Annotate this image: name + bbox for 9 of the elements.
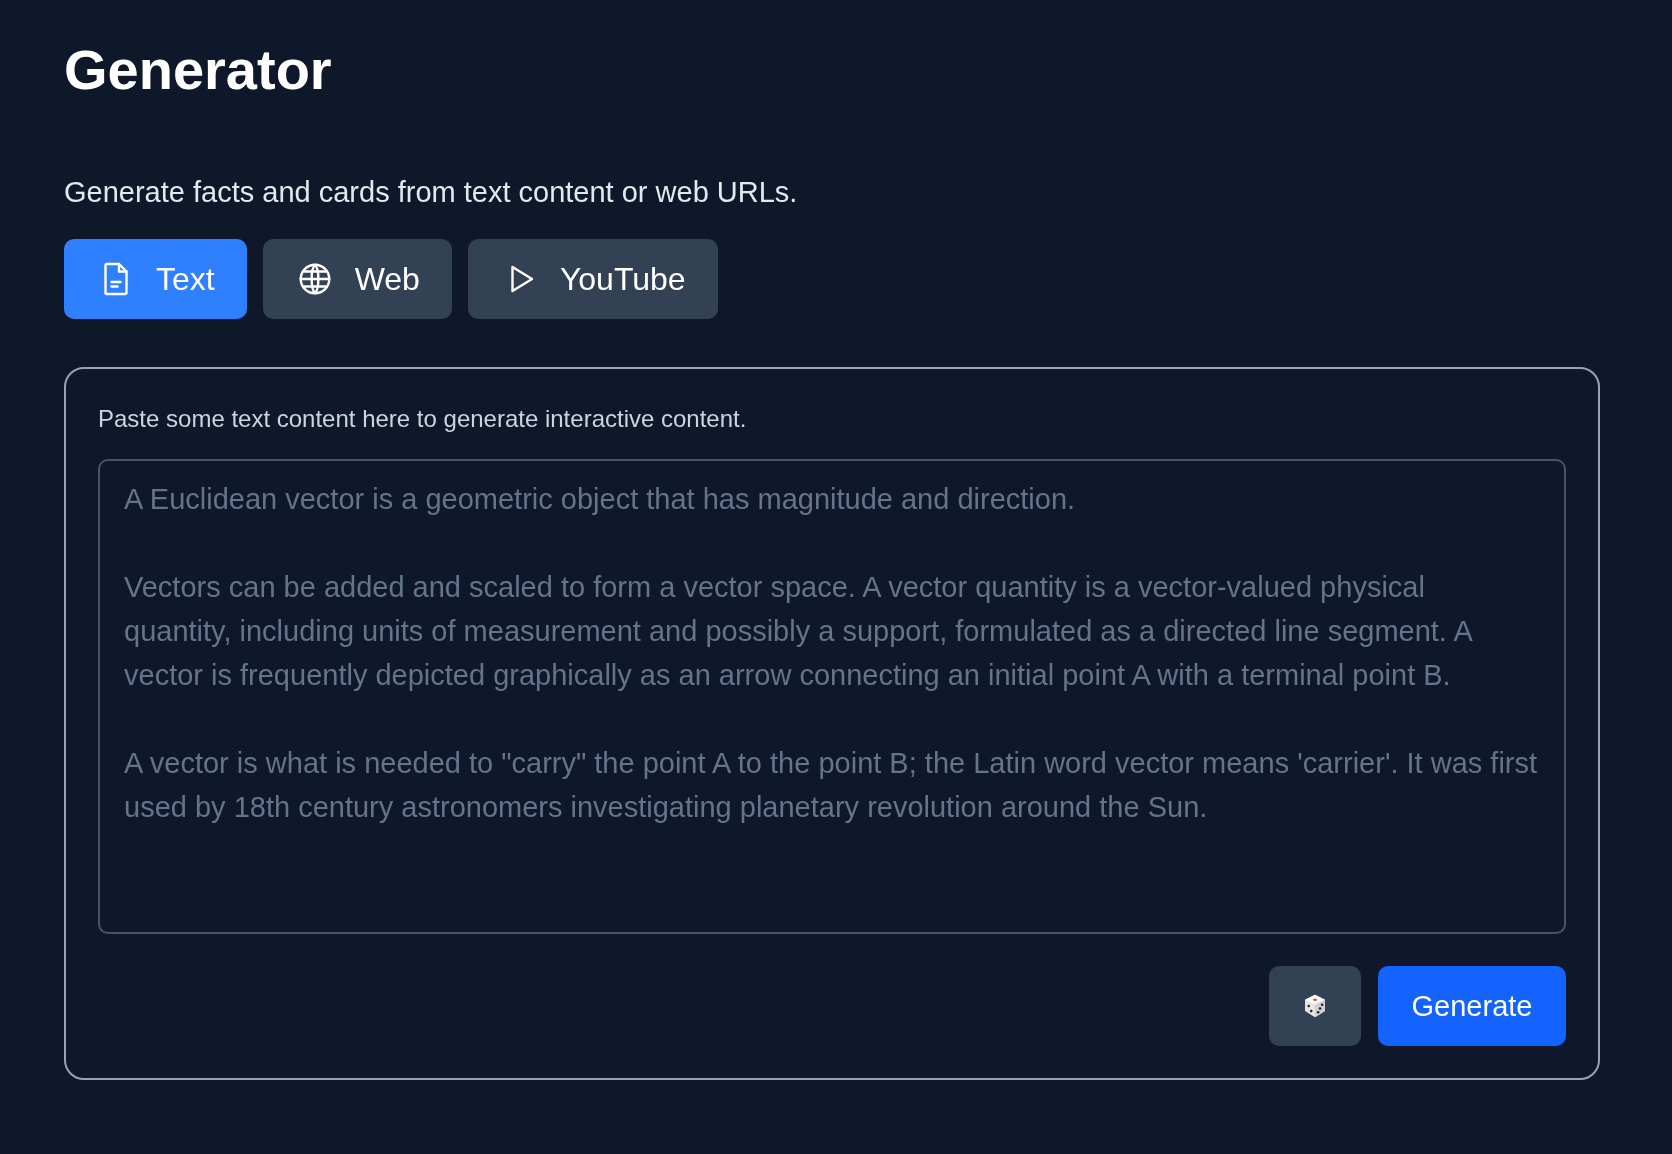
- text-input-field[interactable]: A Euclidean vector is a geometric object that has magnitude and direction. Vectors can be added and scaled to form a vector space. A vector quantity is a vector-valued physical quantity, including units of measurement and possibly a support, formulated as a directed line segment. A vector is frequently depicted graphically as an arrow connecting an initial point A with a terminal point B. A vector is what is needed to "carry" the point A to the point B; the Latin word vector means 'carrier'. It was first used by 18th century astronomers investigating planetary revolution around the Sun.: [98, 459, 1566, 934]
- tab[interactable]: Text: [64, 239, 247, 319]
- tab[interactable]: Web: [262, 239, 452, 319]
- instruction-text: Paste some text content here to generate interactive content.: [98, 404, 748, 434]
- random-button[interactable]: [1269, 966, 1361, 1046]
- page-subtitle: Generate facts and cards from text content or web URLs.: [64, 175, 799, 210]
- tab[interactable]: YouTube: [467, 239, 718, 319]
- page-title: Generator: [64, 37, 333, 103]
- generate-button[interactable]: Generate: [1378, 966, 1566, 1046]
